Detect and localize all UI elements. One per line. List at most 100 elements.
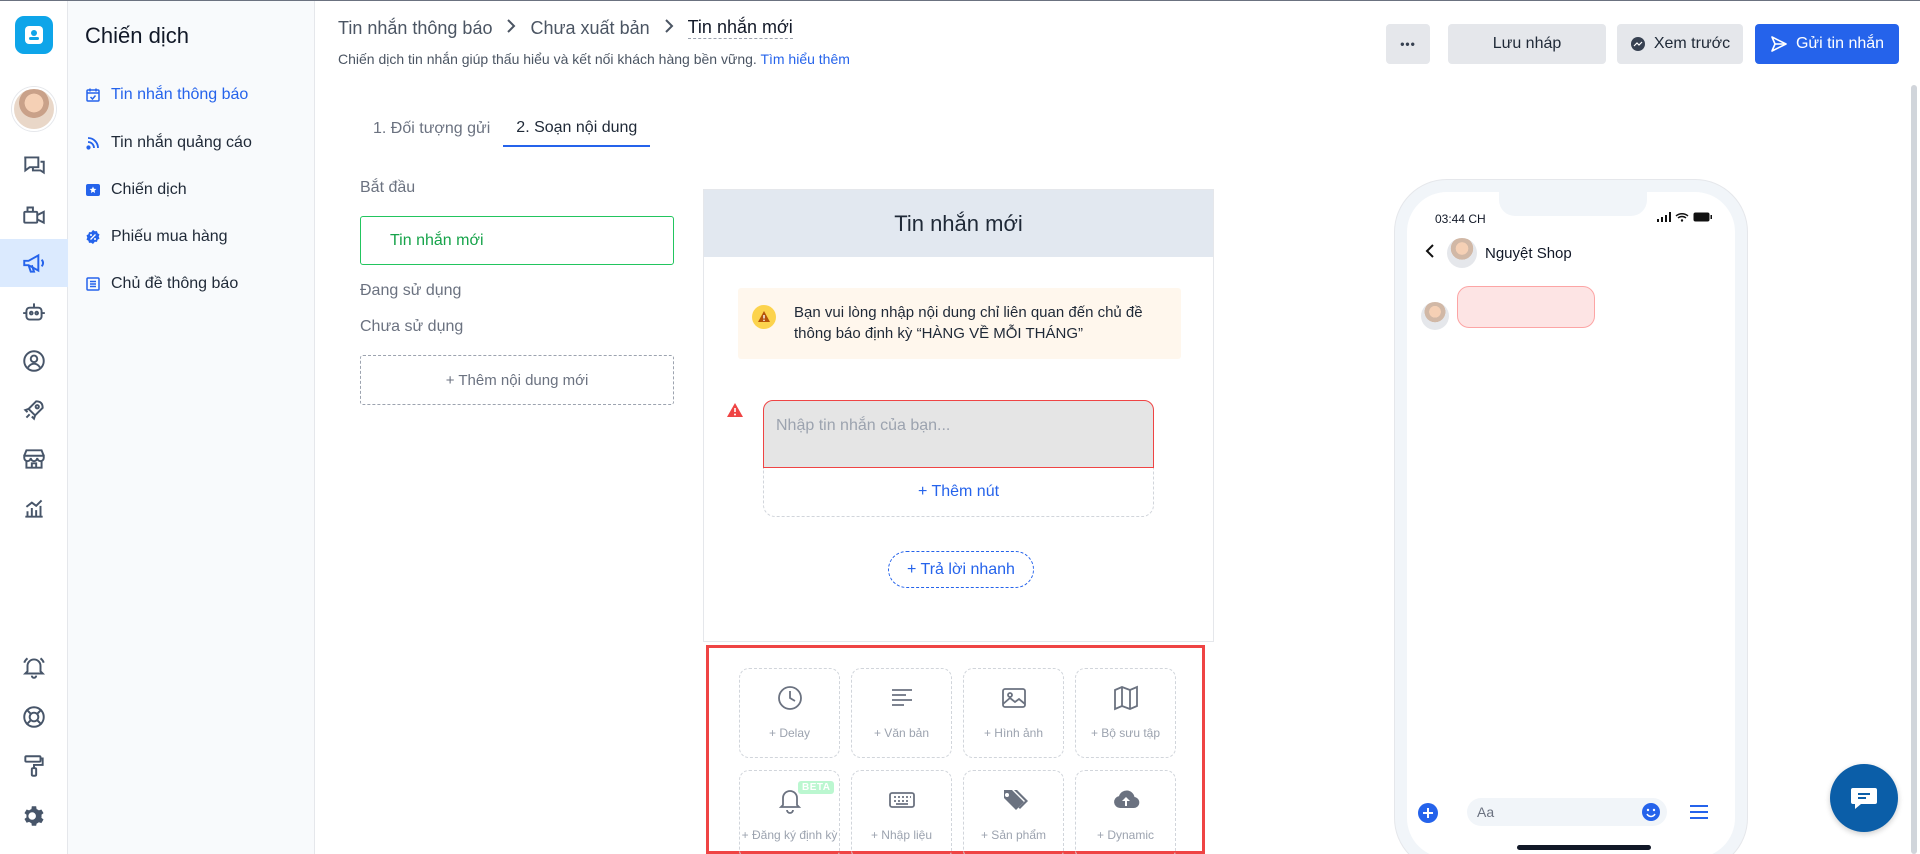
tab-compose[interactable]: 2. Soạn nội dung (503, 110, 651, 147)
menu-icon[interactable] (1689, 804, 1709, 825)
warning-icon (752, 305, 776, 329)
signal-icon (1657, 212, 1671, 222)
page-scrollbar[interactable] (1911, 85, 1917, 854)
add-content-button[interactable]: + Thêm nội dung mới (360, 355, 674, 405)
phone-message-input[interactable]: Aa (1467, 798, 1667, 826)
clock-icon (740, 683, 839, 713)
block-image[interactable]: + Hình ảnh (963, 668, 1064, 758)
block-label: + Sản phẩm (980, 828, 1047, 842)
video-icon[interactable] (0, 190, 68, 238)
block-product[interactable]: + Sản phẩm (963, 770, 1064, 854)
settings-icon[interactable] (0, 792, 68, 840)
support-chat-button[interactable] (1830, 764, 1898, 832)
phone-notch (1499, 190, 1647, 216)
sidebar-item-label: Phiếu mua hàng (111, 228, 228, 245)
sidebar-item-label: Chủ đề thông báo (111, 275, 239, 292)
user-circle-icon[interactable] (0, 337, 68, 385)
block-collection[interactable]: + Bộ sưu tập (1075, 668, 1176, 758)
beta-badge: BETA (798, 781, 835, 794)
add-content-label: + Thêm nội dung mới (445, 371, 589, 389)
bot-icon[interactable] (0, 288, 68, 336)
rocket-icon[interactable] (0, 386, 68, 434)
chat-bubble-icon (1851, 788, 1877, 809)
subtitle-text: Chiến dịch tin nhắn giúp thấu hiểu và kế… (338, 51, 757, 67)
flow-node-label: Tin nhắn mới (390, 231, 484, 249)
editor-title: Tin nhắn mới (704, 190, 1213, 257)
phone-chat-header: Nguyệt Shop (1425, 238, 1572, 268)
warning-text: Bạn vui lòng nhập nội dung chỉ liên quan… (794, 304, 1143, 342)
messenger-icon (1630, 37, 1645, 51)
cloud-upload-icon (1076, 785, 1175, 815)
block-label: + Hình ảnh (983, 726, 1044, 740)
warning-banner: Bạn vui lòng nhập nội dung chỉ liên quan… (738, 288, 1181, 359)
more-label: ••• (1400, 37, 1416, 51)
start-label: Bắt đầu (360, 179, 416, 196)
block-subscription[interactable]: BETA + Đăng ký định kỳ (739, 770, 840, 854)
block-label: + Delay (768, 726, 811, 740)
chat-icon[interactable] (0, 141, 68, 189)
block-text[interactable]: + Văn bản (851, 668, 952, 758)
rss-icon (85, 135, 101, 151)
quick-reply-button[interactable]: + Trả lời nhanh (888, 551, 1034, 588)
chart-icon[interactable] (0, 484, 68, 532)
preview-button[interactable]: Xem trước (1617, 24, 1743, 64)
block-palette: + Delay + Văn bản + Hình ảnh + Bộ sưu tậ… (706, 645, 1205, 854)
discount-badge-icon (85, 229, 101, 245)
error-icon (726, 402, 744, 423)
more-options-button[interactable]: ••• (1386, 24, 1430, 64)
block-delay[interactable]: + Delay (739, 668, 840, 758)
add-button-button[interactable]: + Thêm nút (763, 468, 1154, 517)
nav-title: Chiến dịch (85, 23, 189, 48)
chevron-right-icon (664, 18, 674, 38)
megaphone-icon[interactable] (0, 239, 68, 287)
block-label: + Dynamic (1096, 828, 1155, 842)
message-editor: Tin nhắn mới Bạn vui lòng nhập nội dung … (703, 189, 1214, 642)
breadcrumb-current[interactable]: Tin nhắn mới (687, 17, 793, 39)
save-draft-button[interactable]: Lưu nháp (1448, 24, 1606, 64)
sidebar-item-ad-messages[interactable]: Tin nhắn quảng cáo (85, 128, 252, 158)
phone-time: 03:44 CH (1435, 212, 1486, 226)
sidebar-item-notification-messages[interactable]: Tin nhắn thông báo (85, 80, 248, 110)
paint-roller-icon[interactable] (0, 742, 68, 790)
chevron-right-icon (506, 18, 516, 38)
bell-icon[interactable] (0, 643, 68, 691)
block-label: + Bộ sưu tập (1090, 726, 1161, 740)
send-icon (1771, 36, 1787, 52)
store-icon[interactable] (0, 435, 68, 483)
quick-reply-label: + Trả lời nhanh (907, 560, 1015, 578)
breadcrumb-item[interactable]: Tin nhắn thông báo (338, 18, 492, 39)
star-badge-icon (85, 182, 101, 198)
message-input[interactable]: Nhập tin nhắn của bạn... (763, 400, 1154, 468)
learn-more-link[interactable]: Tìm hiểu thêm (760, 51, 849, 67)
back-arrow-icon[interactable] (1425, 243, 1435, 264)
page-subtitle: Chiến dịch tin nhắn giúp thấu hiểu và kế… (338, 51, 850, 67)
plus-circle-icon[interactable] (1417, 802, 1439, 829)
tab-audience[interactable]: 1. Đối tượng gửi (360, 110, 503, 147)
avatar[interactable] (12, 87, 56, 131)
flow-node-new-message[interactable]: Tin nhắn mới (360, 216, 674, 265)
shop-name: Nguyệt Shop (1485, 244, 1572, 262)
keyboard-icon (852, 785, 951, 815)
message-avatar (1421, 302, 1449, 330)
breadcrumb: Tin nhắn thông báo Chưa xuất bản Tin nhắ… (338, 17, 793, 39)
secondary-nav: Chiến dịch Tin nhắn thông báo Tin nhắn q… (68, 1, 315, 854)
sidebar-item-campaigns[interactable]: Chiến dịch (85, 175, 187, 205)
globe-icon[interactable] (0, 693, 68, 741)
sidebar-item-topics[interactable]: Chủ đề thông báo (85, 269, 238, 299)
phone-status-icons (1657, 212, 1713, 222)
wifi-icon (1675, 212, 1689, 222)
send-message-button[interactable]: Gửi tin nhắn (1755, 24, 1899, 64)
message-bubble-preview (1457, 286, 1595, 328)
block-label: + Nhập liệu (870, 828, 933, 842)
breadcrumb-item[interactable]: Chưa xuất bản (530, 18, 649, 39)
block-dynamic[interactable]: + Dynamic (1075, 770, 1176, 854)
map-icon (1076, 683, 1175, 713)
emoji-icon[interactable] (1641, 802, 1661, 827)
list-icon (85, 276, 101, 292)
block-input[interactable]: + Nhập liệu (851, 770, 952, 854)
add-button-label: + Thêm nút (917, 483, 1000, 500)
image-icon (964, 683, 1063, 713)
home-indicator (1517, 845, 1651, 850)
app-logo-icon[interactable] (15, 16, 53, 54)
sidebar-item-vouchers[interactable]: Phiếu mua hàng (85, 222, 228, 252)
